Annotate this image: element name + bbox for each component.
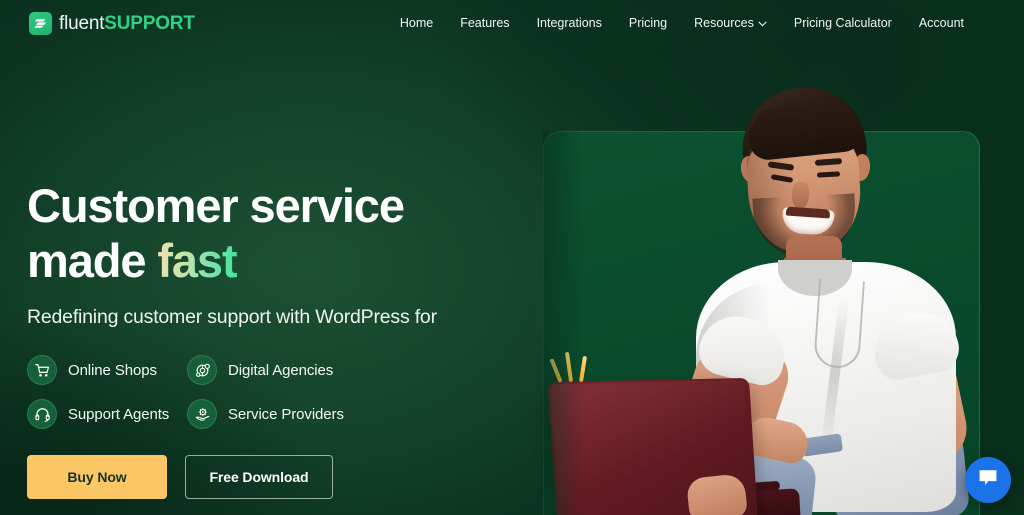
hero-image-card: [543, 131, 980, 515]
headset-icon: [27, 399, 57, 429]
nav-label: Home: [399, 15, 434, 30]
headline-line-2-plain: made: [27, 234, 158, 287]
nav-item-home[interactable]: Home: [400, 17, 433, 30]
logo-word-fluent: fluent: [59, 12, 105, 34]
feature-label: Online Shops: [68, 361, 157, 379]
nav-label: Pricing Calculator: [793, 15, 892, 30]
feature-label: Digital Agencies: [228, 361, 334, 379]
feature-label: Service Providers: [228, 405, 344, 423]
main-navigation: Home Features Integrations Pricing Resou…: [400, 17, 964, 30]
chevron-down-icon: [758, 17, 767, 30]
hero-subtitle: Redefining customer support with WordPre…: [27, 306, 437, 328]
site-logo[interactable]: fluentSUPPORT: [29, 11, 195, 35]
headline-line-1: Customer service: [27, 179, 405, 232]
buy-now-button[interactable]: Buy Now: [27, 455, 167, 499]
site-header: fluentSUPPORT Home Features Integrations…: [0, 0, 1024, 46]
hero-copy: Customer service made fast Redefining cu…: [27, 178, 527, 499]
nav-label: Pricing: [628, 15, 668, 30]
free-download-button[interactable]: Free Download: [185, 455, 333, 499]
feature-label: Support Agents: [68, 405, 170, 423]
chat-bubble-icon: [977, 468, 999, 493]
feature-item-service-providers: Service Providers: [187, 399, 527, 429]
fluent-support-mark-icon: [29, 11, 52, 35]
nav-item-resources[interactable]: Resources: [694, 17, 767, 30]
logo-word-support: SUPPORT: [104, 12, 195, 34]
nav-label: Account: [918, 15, 964, 30]
logo-wordmark: fluentSUPPORT: [59, 14, 195, 33]
nav-item-integrations[interactable]: Integrations: [537, 17, 602, 30]
feature-item-digital-agencies: Digital Agencies: [187, 355, 527, 385]
hand-gear-icon: [187, 399, 217, 429]
nav-item-account[interactable]: Account: [919, 17, 964, 30]
cta-button-row: Buy Now Free Download: [27, 455, 527, 499]
shopping-cart-icon: [27, 355, 57, 385]
nav-item-pricing-calculator[interactable]: Pricing Calculator: [794, 17, 892, 30]
headline-accent-word: fast: [157, 234, 237, 287]
nav-item-features[interactable]: Features: [460, 17, 509, 30]
nav-label: Integrations: [536, 15, 602, 30]
feature-list: Online Shops Digital Agencies Support Ag…: [27, 355, 527, 429]
nav-label: Resources: [694, 15, 754, 30]
feature-item-support-agents: Support Agents: [27, 399, 187, 429]
page-title: Customer service made fast: [27, 178, 527, 288]
nav-label: Features: [460, 15, 510, 30]
digital-network-icon: [187, 355, 217, 385]
nav-item-pricing[interactable]: Pricing: [629, 17, 667, 30]
feature-item-online-shops: Online Shops: [27, 355, 187, 385]
chat-widget-button[interactable]: [965, 457, 1011, 503]
